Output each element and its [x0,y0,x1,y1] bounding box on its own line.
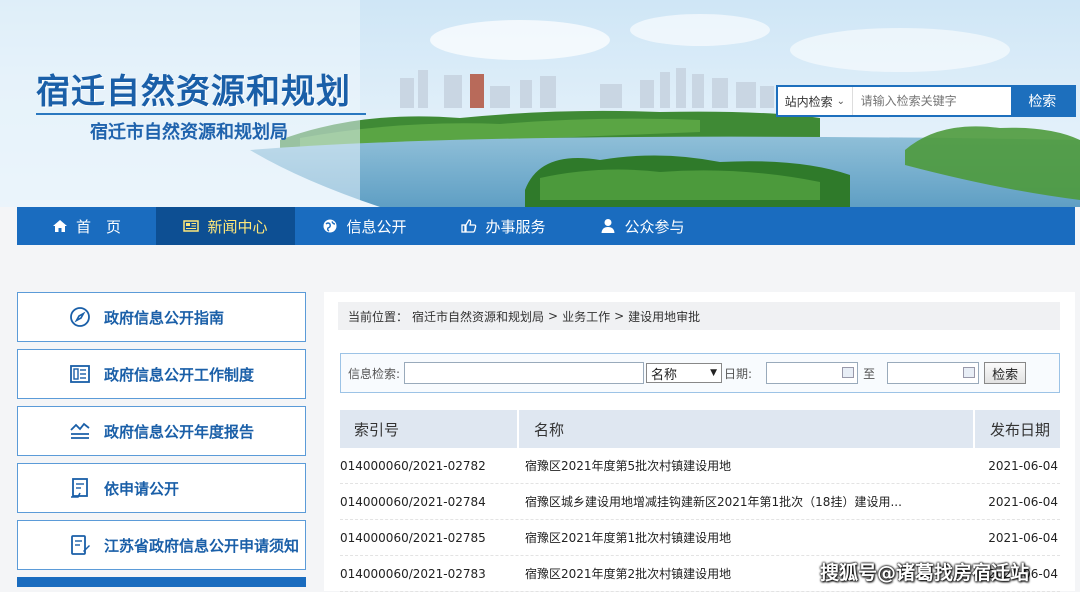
sidebar-item-annual-report[interactable]: 政府信息公开年度报告 [17,406,306,456]
nav-item-news[interactable]: 新闻中心 [156,207,295,245]
sidebar-item-label: 依申请公开 [104,479,180,498]
main-content: 当前位置： 宿迁市自然资源和规划局 > 业务工作 > 建设用地审批 信息检索: … [324,292,1075,592]
date-from-input[interactable] [766,362,859,384]
nav-item-label: 信息公开 [346,217,407,236]
cell-name-link[interactable]: 宿豫区2021年度第5批次村镇建设用地 [525,457,983,474]
search-scope-select[interactable]: 站内检索 ⌄ [778,87,853,115]
main-nav: 首 页 新闻中心 信息公开 办事服务 公众参与 [17,207,1075,245]
cell-index: 014000060/2021-02785 [340,530,486,545]
sidebar-next-item-edge [17,577,306,587]
calendar-icon[interactable] [963,367,976,378]
sidebar-item-apply-disclosure[interactable]: 依申请公开 [17,463,306,513]
date-to-input[interactable] [887,362,980,384]
header-banner: 宿迁自然资源和规划 宿迁市自然资源和规划局 站内检索 ⌄ 检索 [0,0,1080,207]
cell-date: 2021-06-04 [988,458,1058,473]
sidebar-item-application-notice[interactable]: 江苏省政府信息公开申请须知 [17,520,306,570]
breadcrumb-link-business[interactable]: 业务工作 [562,308,610,325]
nav-item-public-participation[interactable]: 公众参与 [573,207,712,245]
report-icon [70,422,90,439]
search-field-value: 名称 [651,367,678,383]
column-header-date: 发布日期 [975,410,1060,448]
document-icon [70,365,90,383]
breadcrumb-current[interactable]: 建设用地审批 [628,308,700,325]
nav-item-home[interactable]: 首 页 [17,207,156,245]
site-search-input[interactable] [852,87,1011,115]
sidebar-item-label: 政府信息公开指南 [104,308,225,327]
info-search-label: 信息检索: [348,366,401,381]
cell-index: 014000060/2021-02782 [340,458,486,473]
breadcrumb-prefix: 当前位置： [348,309,409,324]
info-search-input[interactable] [404,362,645,384]
search-scope-label: 站内检索 [784,94,833,109]
breadcrumb-separator: > [548,309,559,323]
sidebar-item-label: 江苏省政府信息公开申请须知 [104,536,300,555]
table-row[interactable]: 014000060/2021-02785 宿豫区2021年度第1批次村镇建设用地… [340,520,1060,556]
site-title: 宿迁自然资源和规划 [36,72,351,112]
nav-item-services[interactable]: 办事服务 [434,207,573,245]
breadcrumb: 当前位置： 宿迁市自然资源和规划局 > 业务工作 > 建设用地审批 [338,302,1060,330]
nav-item-label: 新闻中心 [207,217,268,236]
chevron-down-icon: ⌄ [836,95,846,107]
home-icon [52,220,67,232]
nav-item-label: 首 页 [75,217,121,236]
watermark-text: 搜狐号@诸葛找房宿迁站 [820,562,1030,584]
cell-index: 014000060/2021-02784 [340,494,486,509]
breadcrumb-link-bureau[interactable]: 宿迁市自然资源和规划局 [412,308,544,325]
site-search-box: 站内检索 ⌄ 检索 [776,85,1076,117]
table-row[interactable]: 014000060/2021-02784 宿豫区城乡建设用地增减挂钩建新区202… [340,484,1060,520]
cell-name-link[interactable]: 宿豫区2021年度第1批次村镇建设用地 [525,529,983,546]
apply-icon [71,478,88,498]
cell-name-link[interactable]: 宿豫区城乡建设用地增减挂钩建新区2021年第1批次（18挂）建设用... [525,493,983,510]
table-header: 索引号 名称 发布日期 [340,410,1060,448]
site-subtitle: 宿迁市自然资源和规划局 [90,122,288,143]
news-icon [183,220,200,232]
sidebar-item-label: 政府信息公开年度报告 [104,422,255,441]
info-search-button[interactable]: 检索 [984,362,1027,384]
thumbs-up-icon [461,219,477,233]
chevron-down-icon: ▼ [710,368,718,378]
table-row[interactable]: 014000060/2021-02782 宿豫区2021年度第5批次村镇建设用地… [340,448,1060,484]
sidebar: 政府信息公开指南 政府信息公开工作制度 政府信息公开年度报告 依申请公开 江苏省… [17,292,306,587]
compass-icon [70,307,90,327]
cell-index: 014000060/2021-02783 [340,566,486,581]
site-search-button[interactable]: 检索 [1010,87,1074,115]
cell-date: 2021-06-04 [988,494,1058,509]
cell-date: 2021-06-04 [988,530,1058,545]
nav-item-label: 办事服务 [485,217,546,236]
nav-item-info-disclosure[interactable]: 信息公开 [295,207,434,245]
column-header-name: 名称 [519,410,973,448]
info-search-filter: 信息检索: 名称 ▼ 日期: 至 检索 [340,353,1060,393]
search-field-select[interactable]: 名称 ▼ [646,363,723,383]
title-divider [36,113,366,115]
notice-icon [71,535,90,555]
sidebar-item-label: 政府信息公开工作制度 [104,365,255,384]
breadcrumb-separator: > [614,309,625,323]
calendar-icon[interactable] [842,367,855,378]
date-to-label: 至 [863,366,876,381]
sidebar-item-work-system[interactable]: 政府信息公开工作制度 [17,349,306,399]
user-icon [601,219,615,233]
column-header-index: 索引号 [340,410,517,448]
globe-icon [323,219,337,233]
date-label: 日期: [724,366,753,381]
sidebar-item-guide[interactable]: 政府信息公开指南 [17,292,306,342]
nav-item-label: 公众参与 [624,217,685,236]
